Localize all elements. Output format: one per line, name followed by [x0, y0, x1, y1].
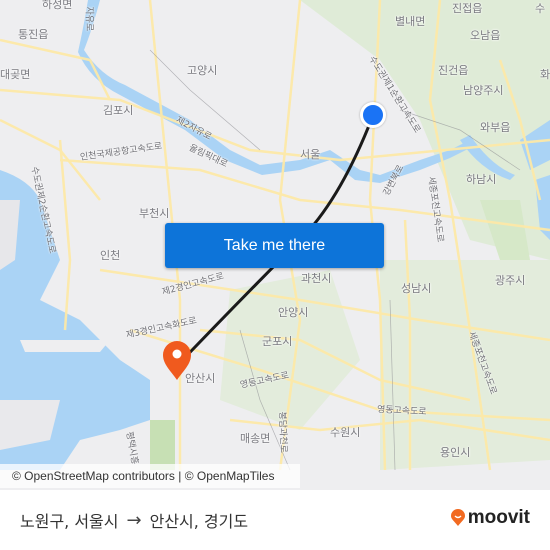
- place-hanam: 하남시: [466, 173, 497, 186]
- road-label: 봉담과천로: [276, 411, 288, 454]
- place-jinjeop: 진접읍: [452, 2, 483, 15]
- attribution-text[interactable]: © OpenStreetMap contributors | © OpenMap…: [12, 469, 274, 483]
- road-label: 영동고속도로: [376, 405, 427, 418]
- place-byeollae: 별내면: [395, 15, 426, 28]
- place-incheon: 인천: [100, 249, 121, 262]
- place-goyang: 고양시: [187, 64, 218, 77]
- place-seoul: 서울: [300, 148, 321, 161]
- road-label: 자유로: [83, 6, 94, 32]
- origin-label: 노원구, 서울시: [20, 512, 119, 531]
- place-bucheon: 부천시: [139, 207, 170, 220]
- moovit-logo[interactable]: moovit: [450, 507, 530, 529]
- place-maesong: 매송면: [240, 432, 271, 445]
- place-gunpo: 군포시: [262, 335, 293, 348]
- place-haseong: 하성면: [42, 0, 73, 11]
- destination-label: 안산시, 경기도: [149, 512, 249, 531]
- destination-marker[interactable]: [160, 340, 194, 382]
- footer: 노원구, 서울시 → 안산시, 경기도 moovit: [0, 490, 550, 550]
- brand-name: moovit: [467, 507, 530, 528]
- map-attribution: © OpenStreetMap contributors | © OpenMap…: [0, 464, 300, 488]
- place-su: 수: [535, 2, 546, 15]
- place-anyang: 안양시: [278, 306, 309, 319]
- place-namyangju: 남양주시: [463, 84, 504, 97]
- route-summary: 노원구, 서울시 → 안산시, 경기도: [20, 508, 248, 532]
- place-wabu: 와부읍: [480, 121, 511, 134]
- origin-marker[interactable]: [360, 102, 386, 128]
- place-jingeon: 진건읍: [438, 64, 469, 77]
- take-me-there-button[interactable]: Take me there: [165, 223, 384, 268]
- arrow-right-icon: →: [126, 509, 142, 531]
- place-daegot: 대곶면: [0, 68, 31, 81]
- place-onam: 오남읍: [470, 29, 501, 42]
- map[interactable]: 하성면 통진읍 대곶면 김포시 고양시 별내면 진접읍 오남읍 진건읍 남양주시…: [0, 0, 550, 490]
- place-yongin: 용인시: [440, 446, 471, 459]
- place-tongjin: 통진읍: [18, 28, 49, 41]
- place-gimpo: 김포시: [103, 104, 134, 117]
- moovit-pin-icon: [450, 509, 465, 526]
- place-hwa: 화: [540, 68, 550, 81]
- place-seongnam: 성남시: [401, 282, 432, 295]
- place-gwacheon: 과천시: [301, 272, 332, 285]
- place-gwangju: 광주시: [495, 274, 526, 287]
- place-suwon: 수원시: [330, 426, 361, 439]
